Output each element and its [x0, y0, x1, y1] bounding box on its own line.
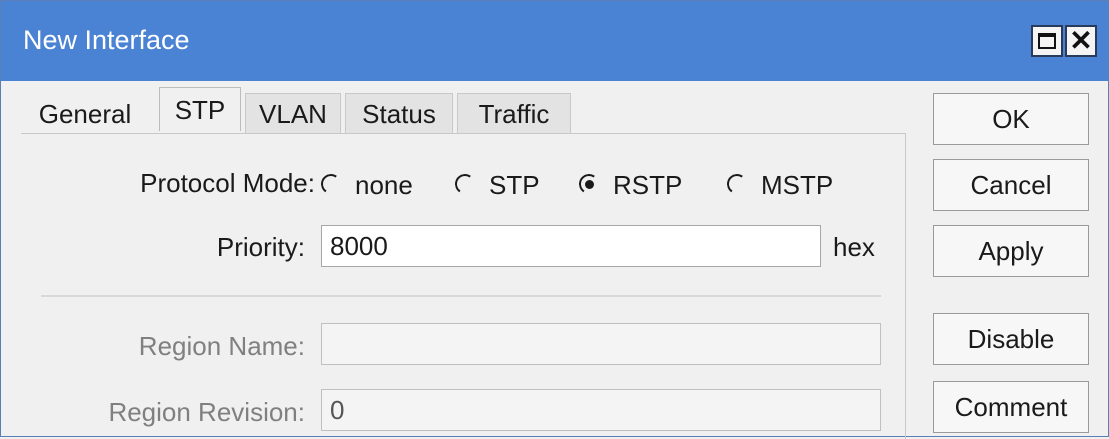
radio-label: STP: [489, 169, 540, 200]
radio-label: RSTP: [613, 169, 683, 200]
radio-rstp[interactable]: RSTP: [579, 165, 682, 205]
tab-status[interactable]: Status: [345, 93, 453, 133]
title-bar[interactable]: New Interface ✕: [1, 1, 1108, 81]
maximize-icon: [1038, 33, 1056, 49]
radio-label: none: [355, 169, 413, 200]
region-revision-label: Region Revision:: [108, 397, 305, 427]
tab-vlan[interactable]: VLAN: [245, 93, 341, 133]
radio-none[interactable]: none: [321, 165, 413, 205]
close-icon: ✕: [1069, 25, 1093, 56]
radio-label: MSTP: [761, 169, 834, 200]
close-button[interactable]: ✕: [1065, 25, 1097, 57]
disable-button[interactable]: Disable: [933, 313, 1089, 365]
apply-button[interactable]: Apply: [933, 225, 1089, 277]
maximize-button[interactable]: [1031, 25, 1063, 57]
section-divider: [41, 295, 881, 297]
priority-unit: hex: [833, 232, 875, 262]
comment-button[interactable]: Comment: [933, 381, 1089, 433]
ok-button[interactable]: OK: [933, 93, 1089, 145]
cancel-button[interactable]: Cancel: [933, 159, 1089, 211]
radio-unselected-icon: [321, 174, 343, 196]
tab-stp[interactable]: STP: [159, 87, 241, 131]
priority-input[interactable]: 8000: [321, 225, 821, 267]
region-revision-input[interactable]: 0: [321, 389, 881, 431]
protocol-mode-label: Protocol Mode:: [140, 168, 315, 198]
region-name-label: Region Name:: [138, 331, 305, 361]
window-title: New Interface: [23, 25, 190, 55]
region-name-input[interactable]: [321, 323, 881, 365]
tab-general[interactable]: General: [19, 93, 151, 133]
radio-unselected-icon: [727, 174, 749, 196]
radio-mstp[interactable]: MSTP: [727, 165, 833, 205]
new-interface-window: New Interface ✕ General STP VLAN Status …: [0, 0, 1109, 439]
priority-label: Priority:: [216, 232, 305, 262]
tab-traffic[interactable]: Traffic: [457, 93, 571, 133]
radio-selected-icon: [579, 174, 601, 196]
radio-stp[interactable]: STP: [455, 165, 540, 205]
radio-unselected-icon: [455, 174, 477, 196]
